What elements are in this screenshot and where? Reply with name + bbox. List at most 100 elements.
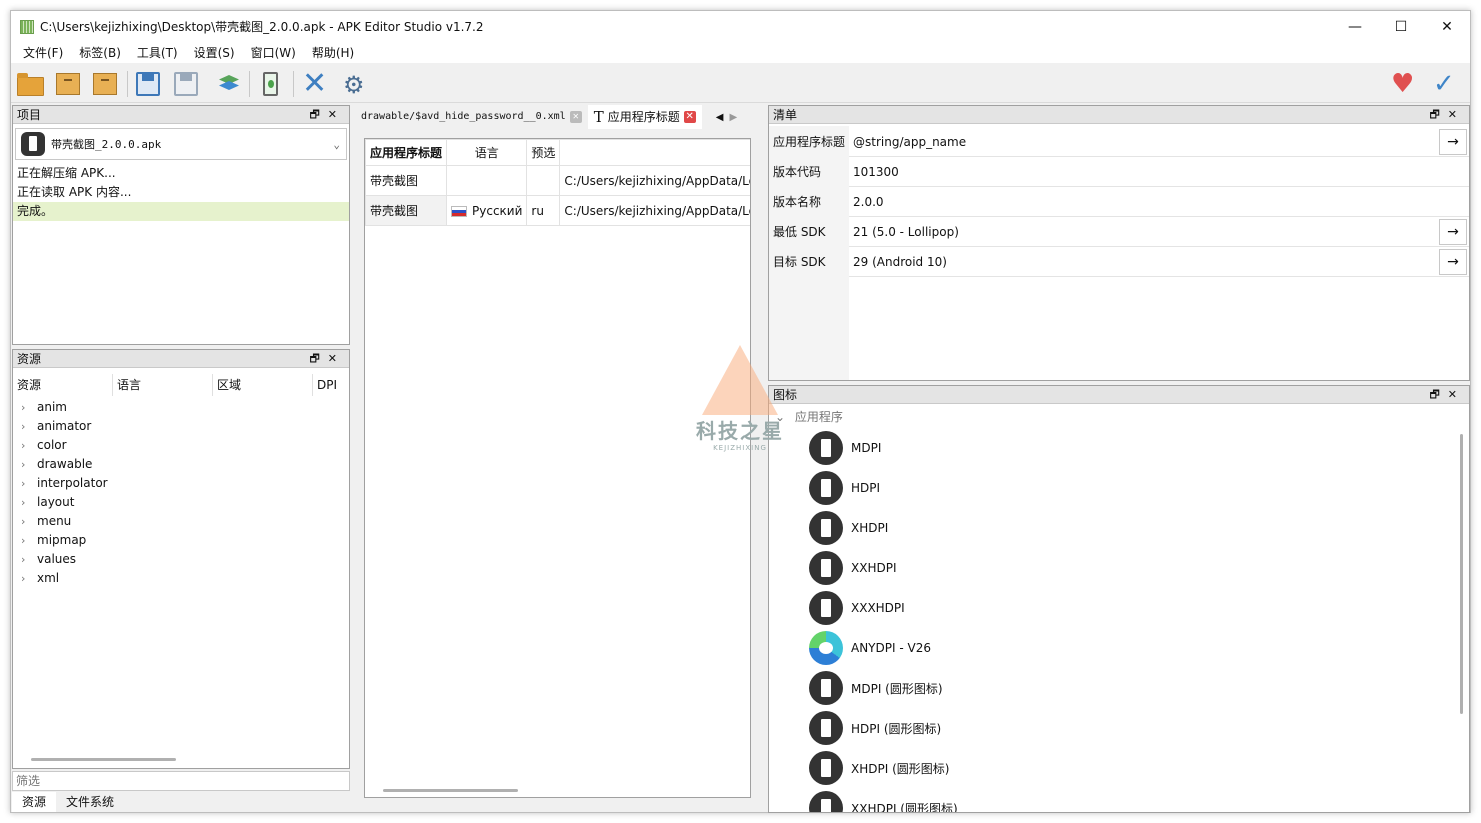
tree-item[interactable]: › color <box>13 436 349 455</box>
tab-close-icon[interactable]: ✕ <box>683 111 696 123</box>
float-icon[interactable]: 🗗 <box>1429 388 1447 401</box>
install-package-icon[interactable] <box>90 69 120 99</box>
horizontal-scrollbar[interactable] <box>383 789 518 792</box>
menu-tabs[interactable]: 标签(B) <box>71 44 129 61</box>
maximize-button[interactable]: ☐ <box>1378 11 1424 42</box>
tab-app-title[interactable]: T 应用程序标题 ✕ <box>587 105 702 129</box>
tree-item[interactable]: › xml <box>13 569 349 588</box>
manifest-label: 版本名称 <box>769 186 849 217</box>
chevron-right-icon: › <box>21 496 26 509</box>
icons-panel: 图标 🗗✕ ⌄ 应用程序 MDPI HDPI XHDPI XXHDPI XXXH… <box>768 385 1470 813</box>
arrow-right-icon[interactable]: → <box>1439 248 1467 275</box>
panel-close-icon[interactable]: ✕ <box>1448 108 1465 121</box>
column-header[interactable]: 语言 <box>446 139 528 166</box>
tab-scroll-right-icon[interactable]: ▶ <box>729 112 737 123</box>
tree-item[interactable]: › menu <box>13 512 349 531</box>
icon-item[interactable]: MDPI <box>809 428 881 468</box>
icon-label: MDPI <box>851 441 882 455</box>
table-row[interactable]: 带壳截图 Русский ru C:/Users/kejizhixing/App… <box>365 195 750 226</box>
icon-item[interactable]: ANYDPI - V26 <box>809 628 931 668</box>
editor-tabs: drawable/$avd_hide_password__0.xml ✕ T 应… <box>355 105 765 129</box>
icon-item[interactable]: XXHDPI <box>809 548 896 588</box>
tree-item[interactable]: › values <box>13 550 349 569</box>
close-button[interactable]: ✕ <box>1424 11 1470 42</box>
open-folder-icon[interactable] <box>15 69 45 99</box>
horizontal-scrollbar[interactable] <box>31 758 176 761</box>
close-project-icon[interactable]: ✕ <box>299 69 329 99</box>
panel-close-icon[interactable]: ✕ <box>328 108 345 121</box>
watermark-text: 科技之星 <box>696 419 784 443</box>
tree-item[interactable]: › interpolator <box>13 474 349 493</box>
update-check-icon[interactable]: ✓ <box>1433 69 1463 99</box>
icon-item[interactable]: XHDPI <box>809 508 888 548</box>
tree-item[interactable]: › drawable <box>13 455 349 474</box>
icon-label: XXXHDPI <box>851 601 905 615</box>
cell-title[interactable]: 带壳截图 <box>365 165 448 196</box>
manifest-value[interactable]: 101300 <box>849 165 1469 179</box>
filter-input[interactable] <box>12 771 350 791</box>
donate-heart-icon[interactable]: ♥ <box>1391 69 1421 99</box>
apk-selector[interactable]: 带壳截图_2.0.0.apk ⌄ <box>15 128 347 160</box>
tab-scroll-left-icon[interactable]: ◀ <box>716 112 724 123</box>
tree-item[interactable]: › layout <box>13 493 349 512</box>
manifest-value[interactable]: 29 (Android 10) <box>849 255 1439 269</box>
apk-name: 带壳截图_2.0.0.apk <box>51 138 162 151</box>
tab-close-icon[interactable]: ✕ <box>569 111 582 123</box>
resources-panel-title: 资源 <box>17 352 42 366</box>
toolbar-separator <box>249 71 250 97</box>
icons-group-label: 应用程序 <box>794 410 843 424</box>
app-icon-preview <box>809 751 843 785</box>
manifest-label: 目标 SDK <box>769 246 849 277</box>
icon-item[interactable]: XXXHDPI <box>809 588 905 628</box>
app-icon-preview <box>809 791 843 812</box>
chevron-down-icon: ⌄ <box>333 137 340 151</box>
tree-item-label: anim <box>37 400 67 414</box>
column-header[interactable]: 应用程序标题 <box>365 139 448 166</box>
column-header <box>559 139 750 166</box>
tree-item-label: menu <box>37 514 72 528</box>
tab-resources[interactable]: 资源 <box>12 792 57 812</box>
save-as-icon[interactable] <box>171 69 201 99</box>
float-icon[interactable]: 🗗 <box>309 352 327 365</box>
manifest-value[interactable]: @string/app_name <box>849 135 1439 149</box>
menu-tools[interactable]: 工具(T) <box>129 44 186 61</box>
arrow-right-icon[interactable]: → <box>1439 218 1467 245</box>
menu-file[interactable]: 文件(F) <box>15 44 71 61</box>
table-row[interactable]: 带壳截图 C:/Users/kejizhixing/AppData/Lo <box>365 165 750 196</box>
panel-close-icon[interactable]: ✕ <box>1448 388 1465 401</box>
column-header[interactable]: 语言 <box>113 374 213 396</box>
watermark: 科技之星 KEJIZHIXING <box>690 345 790 475</box>
icon-item[interactable]: XXHDPI (圆形图标) <box>809 788 958 812</box>
float-icon[interactable]: 🗗 <box>309 108 327 121</box>
menu-window[interactable]: 窗口(W) <box>243 44 304 61</box>
tab-drawable-xml[interactable]: drawable/$avd_hide_password__0.xml ✕ <box>355 105 588 129</box>
cell-title[interactable]: 带壳截图 <box>365 195 448 226</box>
menu-settings[interactable]: 设置(S) <box>186 44 243 61</box>
save-icon[interactable] <box>133 69 163 99</box>
menu-help[interactable]: 帮助(H) <box>304 44 362 61</box>
open-package-icon[interactable] <box>53 69 83 99</box>
column-header[interactable]: DPI <box>313 374 349 396</box>
tree-item[interactable]: › animator <box>13 417 349 436</box>
vertical-scrollbar[interactable] <box>1460 434 1463 714</box>
icon-item[interactable]: HDPI (圆形图标) <box>809 708 941 748</box>
app-icon-preview <box>809 511 843 545</box>
arrow-right-icon[interactable]: → <box>1439 128 1467 155</box>
settings-gear-icon[interactable]: ⚙ <box>341 69 371 99</box>
column-header[interactable]: 区域 <box>213 374 313 396</box>
tree-item[interactable]: › mipmap <box>13 531 349 550</box>
device-icon[interactable] <box>255 69 285 99</box>
layers-icon[interactable] <box>213 69 243 99</box>
icon-item[interactable]: XHDPI (圆形图标) <box>809 748 949 788</box>
column-header[interactable]: 资源 <box>13 374 113 396</box>
icon-item[interactable]: HDPI <box>809 468 880 508</box>
manifest-value[interactable]: 21 (5.0 - Lollipop) <box>849 225 1439 239</box>
tree-item[interactable]: › anim <box>13 398 349 417</box>
icon-item[interactable]: MDPI (圆形图标) <box>809 668 943 708</box>
column-header[interactable]: 预选 <box>526 139 561 166</box>
tab-filesystem[interactable]: 文件系统 <box>56 792 124 812</box>
manifest-value[interactable]: 2.0.0 <box>849 195 1469 209</box>
minimize-button[interactable]: — <box>1332 11 1378 42</box>
float-icon[interactable]: 🗗 <box>1429 108 1447 121</box>
panel-close-icon[interactable]: ✕ <box>328 352 345 365</box>
